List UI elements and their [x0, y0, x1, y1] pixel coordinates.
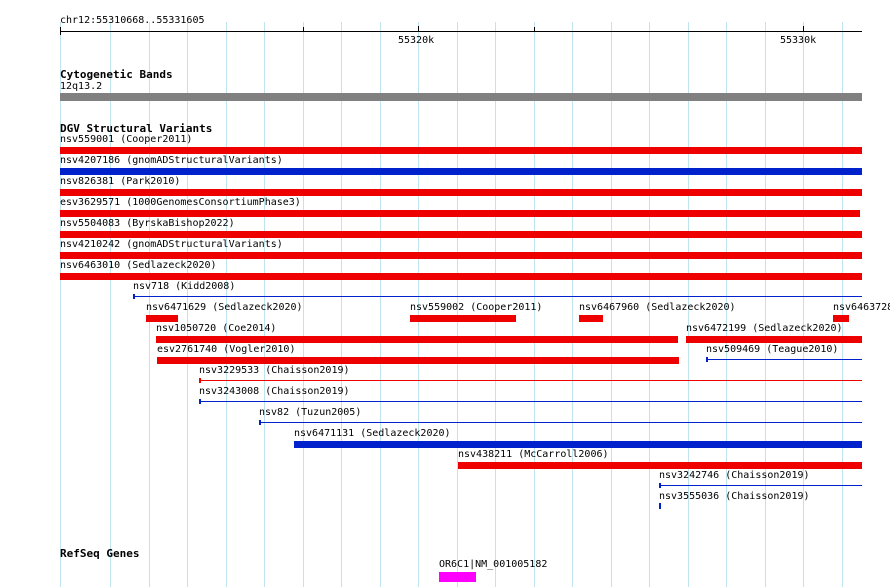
variant-start-tick	[706, 357, 708, 362]
genome-browser-view: chr12:55310668..55331605 55320k 55330k C…	[0, 0, 890, 587]
ruler-tick-major	[803, 26, 804, 31]
variant-label: nsv438211 (McCarroll2006)	[458, 449, 609, 460]
variant-start-tick	[259, 420, 261, 425]
cytoband-bar[interactable]	[60, 93, 862, 101]
ruler-label: 55320k	[398, 35, 435, 46]
variant-line[interactable]	[706, 357, 862, 362]
ruler-tick-major	[418, 26, 419, 31]
variant-label: esv3629571 (1000GenomesConsortiumPhase3)	[60, 197, 301, 208]
variant-label: nsv3555036 (Chaisson2019)	[659, 491, 810, 502]
variant-bar[interactable]	[579, 315, 603, 322]
variant-bar[interactable]	[146, 315, 178, 322]
variant-bar[interactable]	[60, 147, 862, 154]
variant-label: nsv3243008 (Chaisson2019)	[199, 386, 350, 397]
variant-line[interactable]	[199, 399, 862, 404]
track-title: RefSeq Genes	[60, 547, 140, 560]
grid-line	[110, 22, 111, 587]
variant-label: nsv6463010 (Sedlazeck2020)	[60, 260, 217, 271]
variant-bar[interactable]	[686, 336, 862, 343]
variant-label: nsv509469 (Teague2010)	[706, 344, 839, 355]
variant-label: nsv718 (Kidd2008)	[133, 281, 236, 292]
ruler-line	[60, 31, 862, 32]
location-label: chr12:55310668..55331605	[60, 15, 205, 26]
variant-start-tick	[133, 294, 135, 299]
gene-label: OR6C1|NM_001005182	[439, 559, 548, 570]
variant-start-tick	[199, 378, 201, 383]
variant-label: nsv3242746 (Chaisson2019)	[659, 470, 810, 481]
variant-bar[interactable]	[60, 231, 862, 238]
variant-label: nsv6471131 (Sedlazeck2020)	[294, 428, 451, 439]
gene-exon[interactable]	[439, 572, 476, 582]
variant-bar[interactable]	[458, 462, 862, 469]
variant-label: nsv6467960 (Sedlazeck2020)	[579, 302, 736, 313]
variant-label: esv2761740 (Vogler2010)	[157, 344, 296, 355]
grid-line	[60, 22, 61, 587]
variant-start-tick	[199, 399, 201, 404]
variant-line[interactable]	[133, 294, 862, 299]
variant-line[interactable]	[199, 378, 862, 383]
variant-label: nsv82 (Tuzun2005)	[259, 407, 362, 418]
variant-start-tick	[659, 483, 661, 488]
variant-bar[interactable]	[156, 336, 678, 343]
grid-line	[303, 22, 304, 587]
variant-bar[interactable]	[157, 357, 679, 364]
ruler-tick	[534, 27, 535, 31]
grid-line	[572, 22, 573, 587]
variant-bar[interactable]	[60, 273, 862, 280]
variant-label: nsv6463728	[833, 302, 890, 313]
variant-label: nsv6471629 (Sedlazeck2020)	[146, 302, 303, 313]
variant-bar[interactable]	[60, 210, 860, 217]
variant-label: nsv559001 (Cooper2011)	[60, 134, 193, 145]
ruler-end	[60, 27, 61, 35]
variant-bar[interactable]	[60, 252, 862, 259]
variant-label: nsv5504083 (ByrskaBishop2022)	[60, 218, 235, 229]
variant-label: nsv559002 (Cooper2011)	[410, 302, 543, 313]
variant-bar[interactable]	[833, 315, 849, 322]
variant-line[interactable]	[259, 420, 862, 425]
variant-label: nsv4207186 (gnomADStructuralVariants)	[60, 155, 283, 166]
variant-bar[interactable]	[60, 168, 862, 175]
variant-bar[interactable]	[294, 441, 862, 448]
band-label: 12q13.2	[60, 81, 103, 92]
variant-bar[interactable]	[410, 315, 516, 322]
variant-label: nsv1050720 (Coe2014)	[156, 323, 277, 334]
track-title: Cytogenetic Bands	[60, 68, 173, 81]
variant-bar[interactable]	[60, 189, 862, 196]
variant-line[interactable]	[659, 483, 862, 488]
variant-label: nsv6472199 (Sedlazeck2020)	[686, 323, 843, 334]
ruler-tick	[303, 27, 304, 31]
variant-label: nsv4210242 (gnomADStructuralVariants)	[60, 239, 283, 250]
variant-label: nsv826381 (Park2010)	[60, 176, 181, 187]
variant-point[interactable]	[659, 503, 661, 509]
ruler-label: 55330k	[780, 35, 817, 46]
grid-line	[341, 22, 342, 587]
variant-label: nsv3229533 (Chaisson2019)	[199, 365, 350, 376]
grid-line	[380, 22, 381, 587]
